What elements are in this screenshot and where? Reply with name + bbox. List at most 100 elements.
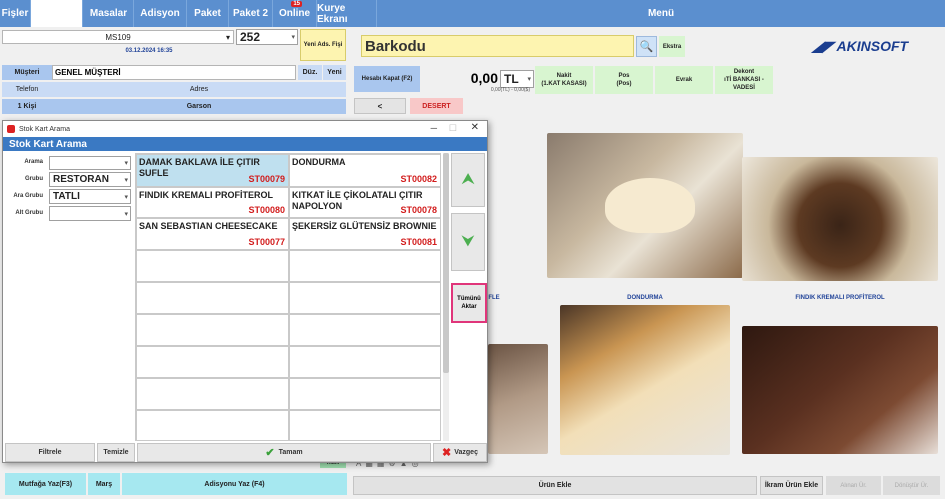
menu-item-sufle-image[interactable] bbox=[488, 344, 548, 454]
product-cell-empty[interactable] bbox=[136, 250, 289, 282]
product-cell-empty[interactable] bbox=[136, 346, 289, 378]
payment-pos-button[interactable]: Pos (Pos) bbox=[595, 66, 653, 94]
ice-cream-scoop bbox=[605, 178, 695, 233]
product-code: ST00081 bbox=[400, 237, 437, 247]
filter-arama-input[interactable]: ▾ bbox=[49, 156, 131, 170]
adisyon-yaz-button[interactable]: Adisyonu Yaz (F4) bbox=[122, 473, 347, 495]
product-cell-st00081[interactable]: ŞEKERSİZ GLÜTENSİZ BROWNIE ST00081 bbox=[289, 218, 441, 250]
tamam-button[interactable]: ✔ Tamam bbox=[137, 443, 431, 462]
tab-kurye-ekrani[interactable]: Kurye Ekranı bbox=[317, 0, 377, 27]
yeni-ads-fisi-button[interactable]: Yeni Ads. Fişi bbox=[300, 29, 346, 61]
product-name: FINDIK KREMALI PROFİTEROL bbox=[139, 190, 273, 200]
tab-online[interactable]: Online 15 bbox=[273, 0, 317, 27]
musteri-label: Müşteri bbox=[2, 65, 52, 80]
garson-field[interactable]: Garson bbox=[52, 99, 346, 114]
tab-blank[interactable] bbox=[31, 0, 83, 27]
product-cell-empty[interactable] bbox=[136, 282, 289, 314]
scrollbar-thumb[interactable] bbox=[443, 153, 449, 373]
filter-label-alt-grubu: Alt Grubu bbox=[15, 210, 43, 216]
maximize-icon[interactable]: ☐ bbox=[449, 123, 457, 134]
product-cell-empty[interactable] bbox=[289, 378, 441, 410]
menu-item-cheesecake-image[interactable] bbox=[560, 305, 730, 455]
yeni-customer-button[interactable]: Yeni bbox=[323, 65, 346, 80]
product-cell-st00080[interactable]: FINDIK KREMALI PROFİTEROL ST00080 bbox=[136, 187, 289, 218]
product-cell-empty[interactable] bbox=[289, 346, 441, 378]
menu-item-brownie-image[interactable] bbox=[742, 326, 938, 454]
tab-paket[interactable]: Paket bbox=[187, 0, 229, 27]
hesabi-kapat-button[interactable]: Hesabı Kapat (F2) bbox=[354, 66, 420, 92]
filter-label-grubu: Grubu bbox=[25, 176, 43, 182]
adres-field[interactable]: Adres bbox=[52, 82, 346, 97]
alinan-urun-button[interactable]: Alınan Ür. bbox=[826, 476, 881, 495]
payment-dekont-sub: ıTİ BANKASI - VADESİ bbox=[724, 77, 764, 91]
ikram-urun-ekle-button[interactable]: İkram Ürün Ekle bbox=[760, 476, 823, 495]
product-name: ŞEKERSİZ GLÜTENSİZ BROWNIE bbox=[292, 221, 437, 231]
tab-adisyon[interactable]: Adisyon bbox=[134, 0, 187, 27]
tab-fisler[interactable]: Fişler bbox=[0, 0, 31, 27]
product-code: ST00080 bbox=[248, 205, 285, 215]
checkmark-icon: ✔ bbox=[265, 447, 275, 459]
product-cell-empty[interactable] bbox=[136, 314, 289, 346]
payment-nakit-button[interactable]: Nakit (1.KAT KASASI) bbox=[535, 66, 593, 94]
scroll-up-button[interactable]: ⮝ bbox=[451, 153, 485, 207]
tumunu-aktar-button[interactable]: Tümünü Aktar bbox=[451, 283, 487, 323]
product-cell-st00077[interactable]: SAN SEBASTIAN CHEESECAKE ST00077 bbox=[136, 218, 289, 250]
filter-alt-grubu-select[interactable]: ▾ bbox=[49, 206, 131, 221]
menu-item-dondurma-image[interactable] bbox=[547, 133, 743, 278]
category-desert-button[interactable]: DESERT bbox=[410, 98, 463, 114]
product-cell-empty[interactable] bbox=[289, 282, 441, 314]
filter-ara-grubu-select[interactable]: TATLI ▾ bbox=[49, 189, 131, 204]
ekstra-button[interactable]: Ekstra bbox=[659, 36, 685, 57]
table-select[interactable]: MS109 ▾ bbox=[2, 30, 234, 44]
barcode-input[interactable]: Barkodu bbox=[361, 35, 634, 57]
tab-paket-2[interactable]: Paket 2 bbox=[229, 0, 273, 27]
brand-text: AKINSOFT bbox=[836, 38, 909, 54]
minimize-icon[interactable]: ─ bbox=[431, 123, 437, 133]
kisi-count[interactable]: 1 Kişi bbox=[2, 99, 52, 114]
product-cell-st00079[interactable]: DAMAK BAKLAVA İLE ÇITIR SUFLE ST00079 bbox=[136, 154, 289, 187]
currency-select[interactable]: TL ▾ bbox=[500, 70, 534, 88]
menu-item-dondurma-caption: DONDURMA bbox=[627, 295, 663, 301]
product-grid-scrollbar[interactable] bbox=[443, 153, 449, 441]
payment-dekont-button[interactable]: Dekont ıTİ BANKASI - VADESİ bbox=[715, 66, 773, 94]
temizle-button[interactable]: Temizle bbox=[97, 443, 135, 462]
order-date: 03.12.2024 16:35 bbox=[125, 48, 173, 54]
vazgec-button[interactable]: ✖ Vazgeç bbox=[433, 443, 487, 462]
urun-ekle-button[interactable]: Ürün Ekle bbox=[353, 476, 757, 495]
menu-header-label: Menü bbox=[647, 8, 675, 19]
product-cell-st00078[interactable]: KITKAT İLE ÇİKOLATALI ÇITIR NAPOLYON ST00… bbox=[289, 187, 441, 218]
tab-paket-2-label: Paket 2 bbox=[232, 8, 269, 19]
online-count-badge: 15 bbox=[291, 1, 302, 7]
tab-masalar[interactable]: Masalar bbox=[84, 0, 134, 27]
payment-pos-sub: (Pos) bbox=[616, 81, 632, 87]
dialog-header: Stok Kart Arama bbox=[3, 137, 487, 151]
duz-button[interactable]: Düz. bbox=[298, 65, 322, 80]
payment-evrak-button[interactable]: Evrak bbox=[655, 66, 713, 94]
dialog-titlebar: Stok Kart Arama ─ ☐ ✕ bbox=[3, 121, 487, 137]
close-icon[interactable]: ✕ bbox=[471, 122, 479, 133]
chevron-up-icon: ⮝ bbox=[461, 171, 475, 188]
product-cell-empty[interactable] bbox=[289, 314, 441, 346]
filtrele-button[interactable]: Filtrele bbox=[5, 443, 95, 462]
mutfaga-yaz-button[interactable]: Mutfağa Yaz(F3) bbox=[5, 473, 86, 495]
scroll-down-button[interactable]: ⮟ bbox=[451, 213, 485, 271]
chevron-down-icon: ⮟ bbox=[461, 233, 475, 250]
mars-button[interactable]: Marş bbox=[88, 473, 120, 495]
product-cell-empty[interactable] bbox=[136, 410, 289, 441]
product-cell-empty[interactable] bbox=[289, 250, 441, 282]
search-icon[interactable]: 🔍 bbox=[636, 36, 657, 57]
product-cell-empty[interactable] bbox=[136, 378, 289, 410]
table-code: MS109 bbox=[105, 32, 131, 42]
dondur-urun-button[interactable]: Dönüştür Ür. bbox=[883, 476, 940, 495]
filter-grubu-select[interactable]: RESTORAN ▾ bbox=[49, 172, 131, 187]
tamam-label: Tamam bbox=[278, 449, 303, 456]
category-back-button[interactable]: < bbox=[354, 98, 406, 114]
currency-value: TL bbox=[504, 72, 519, 86]
musteri-field[interactable]: GENEL MÜŞTERİ bbox=[52, 65, 296, 80]
chevron-down-icon: ▾ bbox=[124, 176, 128, 184]
menu-item-profiterol-image[interactable] bbox=[742, 157, 938, 281]
product-cell-st00082[interactable]: DONDURMA ST00082 bbox=[289, 154, 441, 187]
order-number-select[interactable]: 252 ▾ bbox=[236, 29, 298, 45]
vazgec-label: Vazgeç bbox=[454, 449, 478, 456]
product-cell-empty[interactable] bbox=[289, 410, 441, 441]
